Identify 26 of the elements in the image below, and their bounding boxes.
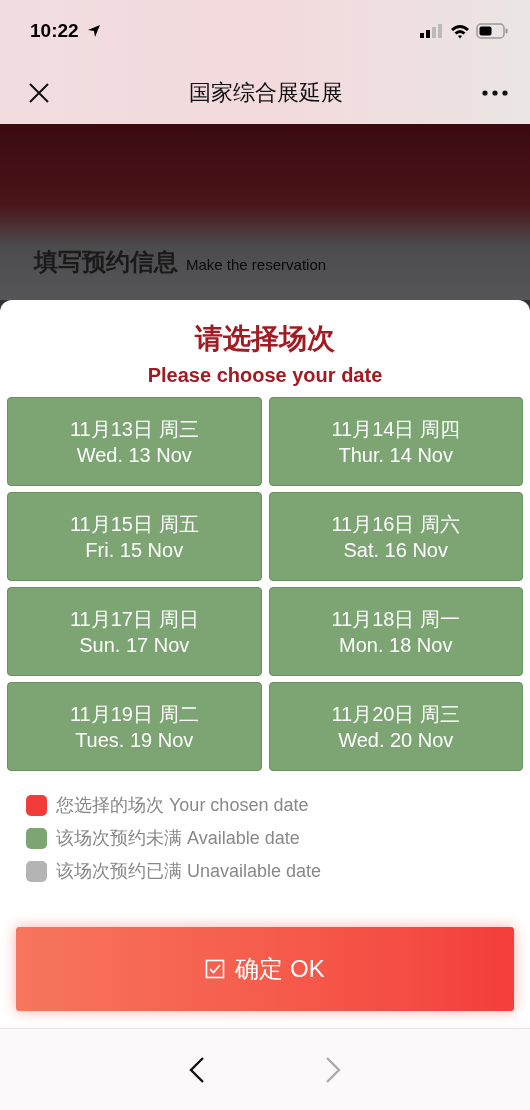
- battery-icon: [476, 23, 508, 39]
- date-option[interactable]: 11月14日 周四 Thur. 14 Nov: [268, 397, 523, 486]
- close-button[interactable]: [28, 82, 50, 104]
- date-option[interactable]: 11月20日 周三 Wed. 20 Nov: [268, 682, 523, 771]
- status-time: 10:22: [30, 20, 79, 42]
- more-button[interactable]: [482, 90, 508, 96]
- checkbox-icon: [205, 959, 226, 979]
- date-option[interactable]: 11月18日 周一 Mon. 18 Nov: [268, 587, 523, 676]
- wifi-icon: [450, 23, 470, 39]
- date-option[interactable]: 11月15日 周五 Fri. 15 Nov: [7, 492, 262, 581]
- signal-icon: [420, 24, 444, 38]
- back-button[interactable]: [189, 1056, 205, 1083]
- form-subheading: Make the reservation: [186, 256, 327, 273]
- form-heading: 填写预约信息: [34, 247, 178, 277]
- ok-button[interactable]: 确定 OK: [16, 927, 514, 1011]
- location-arrow-icon: [86, 24, 101, 38]
- date-option[interactable]: 11月13日 周三 Wed. 13 Nov: [7, 397, 262, 486]
- legend-label: 该场次预约未满 Available date: [56, 827, 300, 850]
- legend-label: 您选择的场次 Your chosen date: [56, 794, 309, 817]
- sheet-title: 请选择场次: [193, 322, 336, 356]
- sheet-subtitle: Please choose your date: [146, 364, 384, 387]
- legend-label: 该场次预约已满 Unavailable date: [56, 860, 322, 883]
- date-option[interactable]: 11月19日 周二 Tues. 19 Nov: [7, 682, 262, 771]
- date-option[interactable]: 11月17日 周日 Sun. 17 Nov: [7, 587, 262, 676]
- page-title: 国家综合展延展: [189, 79, 343, 107]
- date-option[interactable]: 11月16日 周六 Sat. 16 Nov: [268, 492, 523, 581]
